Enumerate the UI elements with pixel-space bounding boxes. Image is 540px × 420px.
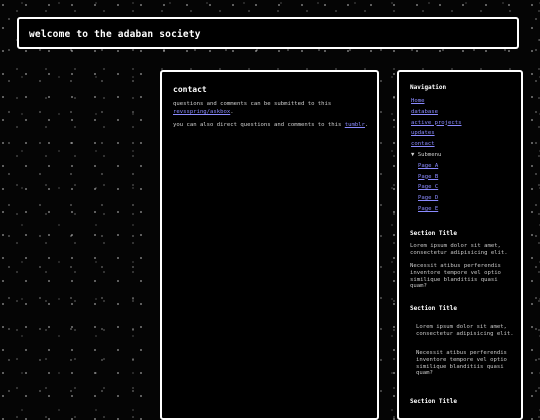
nav-home[interactable]: Home	[411, 98, 424, 104]
contact-text-1: questions and comments can be submitted …	[173, 101, 332, 107]
navigation-title: Navigation	[410, 84, 447, 91]
section-3-title: Section Title	[410, 398, 457, 405]
period-1: .	[230, 109, 234, 115]
site-title: welcome to the adaban society	[29, 29, 201, 40]
nav-active-projects[interactable]: active projects	[411, 120, 462, 126]
nav-contact[interactable]: contact	[411, 141, 435, 147]
nav-database[interactable]: database	[411, 109, 438, 115]
section-1-text-1: Lorem ipsum dolor sit amet, consectetur …	[410, 243, 508, 256]
submenu-page-e[interactable]: Page E	[418, 206, 438, 212]
page-heading: contact	[173, 85, 207, 94]
site-header: welcome to the adaban society	[17, 17, 519, 49]
navigation-menu: Home database active projects updates co…	[411, 96, 462, 215]
section-2-title: Section Title	[410, 305, 457, 312]
submenu-page-a[interactable]: Page A	[418, 163, 438, 169]
section-2-text-1: Lorem ipsum dolor sit amet, consectetur …	[416, 324, 514, 337]
period-2: .	[364, 122, 369, 128]
submenu-page-d[interactable]: Page D	[418, 195, 438, 201]
contact-paragraph-1: questions and comments can be submitted …	[173, 100, 369, 116]
section-1-title: Section Title	[410, 230, 457, 237]
submenu-page-b[interactable]: Page B	[418, 174, 438, 180]
main-content-panel: contact questions and comments can be su…	[160, 70, 379, 420]
contact-paragraph-2: you can also direct questions and commen…	[173, 121, 369, 129]
submenu-toggle[interactable]: ▼ Submenu	[411, 152, 441, 158]
section-1-text-2: Necessit atibus perferendis inventore te…	[410, 263, 501, 290]
sidebar-panel: Navigation Home database active projects…	[397, 70, 523, 420]
contact-text-2: you can also direct questions and commen…	[173, 122, 345, 128]
nav-updates[interactable]: updates	[411, 130, 435, 136]
section-2-text-2: Necessit atibus perferendis inventore te…	[416, 350, 507, 377]
tumblr-link[interactable]: tumblr	[345, 122, 365, 128]
submenu-page-c[interactable]: Page C	[418, 184, 438, 190]
askbox-link[interactable]: revsspring/askbox	[173, 109, 230, 115]
